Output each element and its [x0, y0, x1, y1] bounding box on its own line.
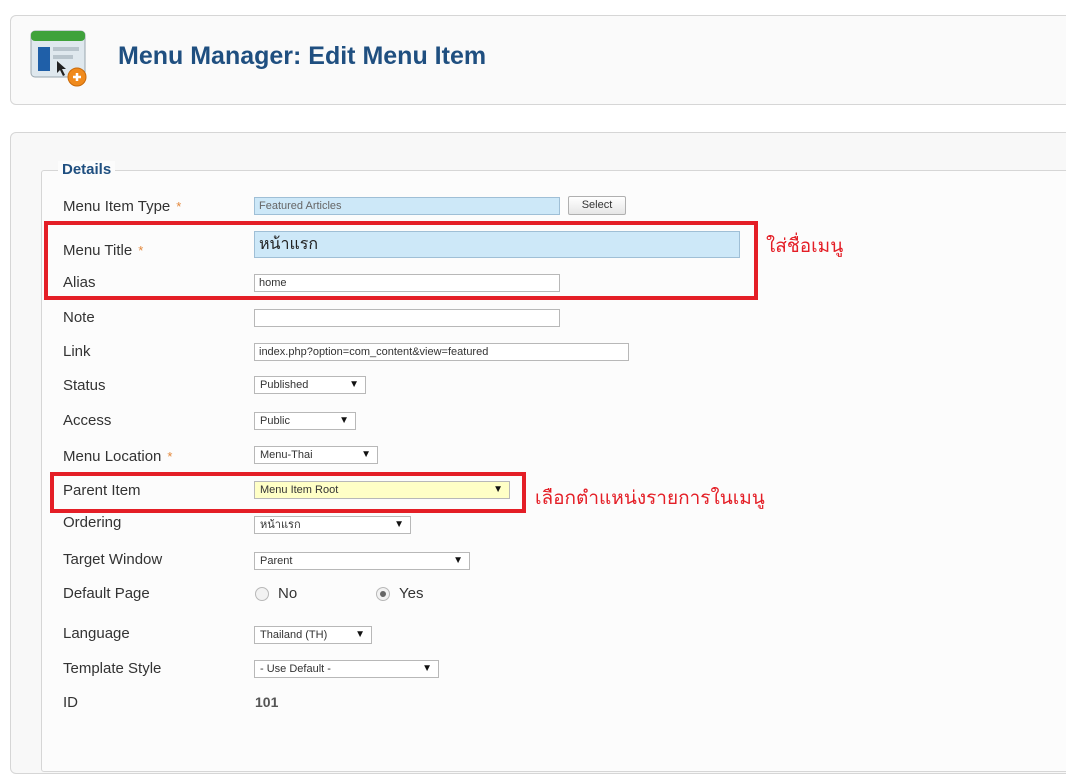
select-menu-item-type-button[interactable]: Select	[568, 196, 626, 215]
language-label: Language	[63, 625, 130, 642]
template-style-label: Template Style	[63, 660, 162, 677]
link-field: index.php?option=com_content&view=featur…	[254, 343, 629, 361]
link-label: Link	[63, 343, 91, 360]
menu-location-label-text: Menu Location	[63, 448, 162, 465]
menu-location-label: Menu Location *	[63, 448, 172, 465]
target-window-select-value: Parent	[260, 555, 293, 567]
chevron-down-icon: ▼	[394, 519, 404, 530]
menu-title-highlight	[44, 221, 758, 300]
default-page-yes-label: Yes	[399, 585, 424, 602]
menu-item-type-label-text: Menu Item Type	[63, 198, 171, 215]
status-select[interactable]: Published ▼	[254, 376, 366, 394]
note-input[interactable]	[254, 309, 560, 327]
toolbar-header: Menu Manager: Edit Menu Item	[10, 15, 1066, 105]
chevron-down-icon: ▼	[361, 449, 371, 460]
chevron-down-icon: ▼	[339, 415, 349, 426]
ordering-select-value: หน้าแรก	[260, 519, 301, 531]
menu-item-type-label: Menu Item Type *	[63, 198, 181, 215]
ordering-select[interactable]: หน้าแรก ▼	[254, 516, 411, 534]
id-label: ID	[63, 694, 78, 711]
menu-title-annotation: ใส่ชื่อเมนู	[766, 236, 844, 257]
ordering-label: Ordering	[63, 514, 122, 531]
default-page-yes-radio[interactable]	[376, 587, 390, 601]
parent-item-annotation: เลือกตำแหน่งรายการในเมนู	[535, 488, 765, 509]
menu-location-select-value: Menu-Thai	[260, 449, 313, 461]
access-select-value: Public	[260, 415, 290, 427]
access-label: Access	[63, 412, 112, 429]
id-value: 101	[255, 694, 279, 710]
note-label: Note	[63, 309, 95, 326]
chevron-down-icon: ▼	[355, 629, 365, 640]
details-legend: Details	[58, 161, 116, 178]
access-select[interactable]: Public ▼	[254, 412, 356, 430]
status-label: Status	[63, 377, 106, 394]
default-page-label: Default Page	[63, 585, 150, 602]
required-marker: *	[167, 449, 173, 464]
parent-item-highlight	[50, 472, 526, 513]
language-select[interactable]: Thailand (TH) ▼	[254, 626, 372, 644]
menu-item-type-field: Featured Articles	[254, 197, 560, 215]
page-title: Menu Manager: Edit Menu Item	[118, 42, 487, 70]
default-page-no-radio[interactable]	[255, 587, 269, 601]
status-select-value: Published	[260, 379, 309, 391]
target-window-select[interactable]: Parent ▼	[254, 552, 470, 570]
chevron-down-icon: ▼	[422, 663, 432, 674]
language-select-value: Thailand (TH)	[260, 629, 328, 641]
target-window-label: Target Window	[63, 551, 163, 568]
template-style-select[interactable]: - Use Default - ▼	[254, 660, 439, 678]
required-marker: *	[176, 199, 182, 214]
chevron-down-icon: ▼	[453, 555, 463, 566]
template-style-select-value: - Use Default -	[260, 663, 331, 675]
menu-location-select[interactable]: Menu-Thai ▼	[254, 446, 378, 464]
chevron-down-icon: ▼	[349, 379, 359, 390]
default-page-no-label: No	[278, 585, 298, 602]
menu-add-icon	[30, 30, 87, 87]
